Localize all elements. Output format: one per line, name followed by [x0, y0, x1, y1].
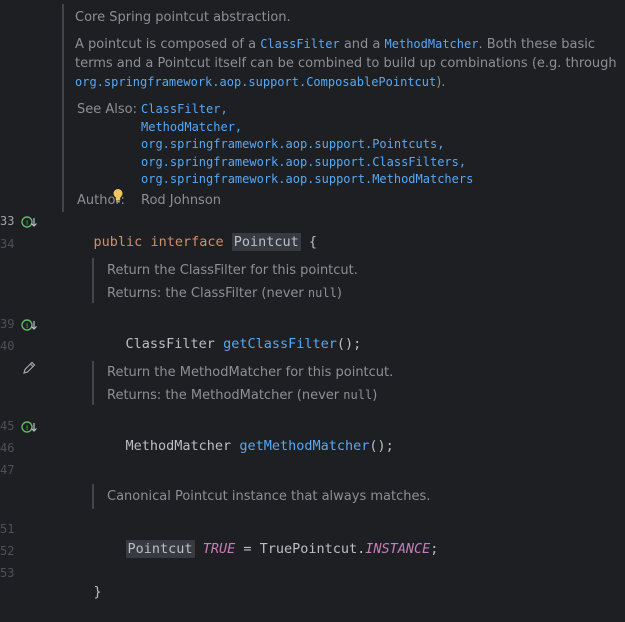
see-also-link[interactable]: MethodMatcher, [141, 118, 473, 136]
keyword-public: public [93, 234, 143, 250]
lightbulb-icon[interactable] [112, 188, 124, 204]
getclassfilter-javadoc: Return the ClassFilter for this pointcut… [92, 258, 587, 303]
svg-text:I: I [26, 219, 28, 227]
doc-text: Returns: the MethodMatcher (never [107, 388, 344, 403]
constant-instance[interactable]: INSTANCE [365, 541, 430, 557]
assign-expression: = TruePointcut. [235, 541, 366, 557]
code-line-getclassfilter[interactable]: ClassFilter getClassFilter(); [93, 314, 362, 352]
type-methodmatcher[interactable]: MethodMatcher [126, 438, 232, 454]
line-number: 33 [0, 214, 15, 228]
implemented-gutter-icon[interactable]: I [21, 420, 37, 434]
getmethodmatcher-javadoc: Return the MethodMatcher for this pointc… [92, 361, 587, 405]
author-label: Author: [77, 192, 125, 208]
classfilter-link[interactable]: ClassFilter [260, 37, 339, 51]
type-classfilter[interactable]: ClassFilter [126, 336, 215, 352]
doc-text: A pointcut is composed of a [75, 37, 261, 52]
class-javadoc: Core Spring pointcut abstraction. A poin… [62, 4, 625, 212]
open-brace: { [300, 234, 318, 250]
line-number: 51 [0, 522, 15, 536]
true-field-javadoc: Canonical Pointcut instance that always … [92, 484, 587, 509]
type-pointcut[interactable]: Pointcut [125, 540, 195, 558]
parens: (); [369, 438, 394, 454]
doc-text: Returns: the ClassFilter (never [107, 286, 308, 301]
semicolon: ; [430, 541, 439, 557]
author-value: Rod Johnson [141, 192, 222, 208]
see-also-link[interactable]: org.springframework.aop.support.Pointcut… [141, 135, 473, 153]
method-getclassfilter[interactable]: getClassFilter [223, 336, 337, 352]
line-number: 45 [0, 419, 15, 433]
interface-name[interactable]: Pointcut [231, 233, 301, 251]
svg-text:I: I [26, 424, 28, 432]
implemented-gutter-icon[interactable]: I [21, 318, 37, 332]
line-number: 53 [0, 566, 15, 580]
doc-text: ) [336, 286, 342, 301]
see-also-link[interactable]: org.springframework.aop.support.MethodMa… [141, 170, 473, 188]
see-also-link[interactable]: ClassFilter, [141, 100, 473, 118]
pencil-icon[interactable] [22, 361, 36, 375]
doc-text: ). [436, 75, 446, 90]
code-editor[interactable]: Core Spring pointcut abstraction. A poin… [44, 0, 625, 600]
class-doc-summary: Core Spring pointcut abstraction. [75, 10, 291, 25]
method-doc-returns: Returns: the ClassFilter (never null) [107, 284, 587, 303]
doc-text: ) [372, 388, 378, 403]
constant-true[interactable]: TRUE [203, 541, 236, 557]
close-brace: } [93, 584, 102, 600]
class-doc-description: A pointcut is composed of a ClassFilter … [75, 35, 625, 92]
composable-pointcut-link[interactable]: org.springframework.aop.support.Composab… [75, 75, 436, 89]
null-code: null [343, 388, 373, 402]
see-also-link[interactable]: org.springframework.aop.support.ClassFil… [141, 153, 473, 171]
null-code: null [307, 286, 337, 300]
method-getmethodmatcher[interactable]: getMethodMatcher [239, 438, 369, 454]
line-number: 52 [0, 544, 15, 558]
line-number: 39 [0, 317, 15, 331]
line-number: 46 [0, 441, 15, 455]
editor-gutter[interactable]: 33 I 34 39 I 40 45 I 46 47 51 52 53 [0, 0, 44, 587]
line-number: 47 [0, 463, 15, 477]
implemented-gutter-icon[interactable]: I [21, 215, 37, 229]
methodmatcher-link[interactable]: MethodMatcher [385, 37, 479, 51]
see-also-table: See Also: ClassFilter, MethodMatcher, or… [77, 100, 473, 210]
parens: (); [336, 336, 362, 352]
field-doc-summary: Canonical Pointcut instance that always … [107, 489, 431, 504]
line-number: 34 [0, 237, 15, 251]
doc-text: and a [339, 37, 385, 52]
code-line-true-field[interactable]: Pointcut TRUE = TruePointcut.INSTANCE; [93, 519, 438, 558]
keyword-interface: interface [150, 234, 224, 250]
see-also-label: See Also: [77, 102, 137, 117]
code-line-getmethodmatcher[interactable]: MethodMatcher getMethodMatcher(); [93, 416, 394, 454]
method-doc-summary: Return the MethodMatcher for this pointc… [107, 365, 394, 380]
code-line-interface-declaration[interactable]: public interface Pointcut { [61, 212, 317, 251]
code-line-close-brace[interactable]: } [61, 562, 102, 600]
method-doc-returns: Returns: the MethodMatcher (never null) [107, 386, 587, 405]
method-doc-summary: Return the ClassFilter for this pointcut… [107, 263, 358, 278]
line-number: 40 [0, 339, 15, 353]
svg-text:I: I [26, 322, 28, 330]
